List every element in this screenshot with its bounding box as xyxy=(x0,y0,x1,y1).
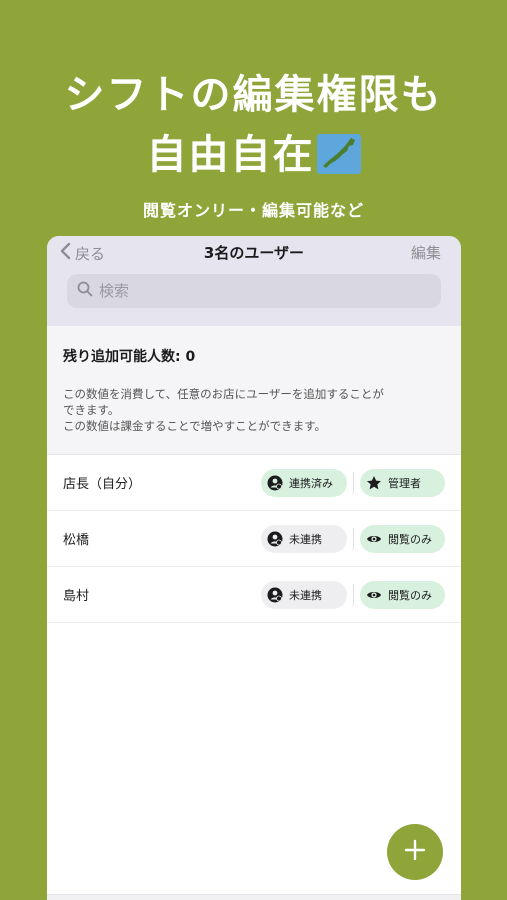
headline-line1: シフトの編集権限も xyxy=(64,72,443,118)
role-badge[interactable]: 閲覧のみ xyxy=(360,524,445,553)
link-status-badge[interactable]: 未連携 xyxy=(261,580,347,609)
divider xyxy=(353,527,354,550)
user-name: 店長（自分） xyxy=(63,477,142,492)
role-badge[interactable]: 閲覧のみ xyxy=(360,580,445,609)
link-status-badge[interactable]: 連携済み xyxy=(261,468,347,497)
link-status-label: 未連携 xyxy=(289,532,322,546)
eye-icon xyxy=(366,587,382,603)
link-status-label: 連携済み xyxy=(289,476,333,490)
edit-button[interactable]: 編集 xyxy=(411,242,441,263)
navigation-bar: 戻る 3名のユーザー 編集 xyxy=(47,236,461,326)
role-label: 閲覧のみ xyxy=(388,588,432,602)
headline-line2-text: 自由自在 xyxy=(146,132,315,178)
headline-line2: 自由自在 xyxy=(0,122,507,180)
role-badge[interactable]: 管理者 xyxy=(360,468,445,497)
eye-icon xyxy=(366,531,382,547)
subtitle: 閲覧オンリー・編集可能など xyxy=(142,201,364,220)
table-row[interactable]: 店長（自分） 連携済み 管理者 xyxy=(47,455,461,511)
add-user-button[interactable] xyxy=(387,824,443,880)
person-link-icon xyxy=(267,475,283,491)
search-icon xyxy=(77,281,93,301)
person-link-icon xyxy=(267,531,283,547)
link-status-label: 未連携 xyxy=(289,588,322,602)
search-bar[interactable] xyxy=(67,274,441,308)
japan-map-icon xyxy=(316,134,361,174)
user-list: 店長（自分） 連携済み 管理者 松橋 未連携 閲覧のみ 島村 未連携 閲覧のみ xyxy=(47,455,461,623)
search-input[interactable] xyxy=(99,282,419,300)
user-name: 松橋 xyxy=(63,533,90,548)
role-label: 管理者 xyxy=(388,476,421,490)
desc-line3: この数値は課金することで増やすことができます。 xyxy=(63,419,327,433)
link-status-badge[interactable]: 未連携 xyxy=(261,524,347,553)
table-row[interactable]: 島村 未連携 閲覧のみ xyxy=(47,567,461,623)
page-title: 3名のユーザー xyxy=(203,244,305,262)
divider xyxy=(353,583,354,606)
tab-bar-edge xyxy=(47,894,461,900)
person-link-icon xyxy=(267,587,283,603)
info-section: 残り追加可能人数: 0 この数値を消費して、任意のお店にユーザーを追加することが… xyxy=(47,326,461,455)
remaining-count: 残り追加可能人数: 0 xyxy=(63,349,196,365)
plus-icon xyxy=(403,838,427,866)
app-screen: 戻る 3名のユーザー 編集 残り追加可能人数: 0 この数値を消費して、任意のお… xyxy=(47,236,461,900)
divider xyxy=(353,471,354,494)
desc-line2: できます。 xyxy=(63,403,120,417)
desc-line1: この数値を消費して、任意のお店にユーザーを追加することが xyxy=(63,387,384,401)
user-name: 島村 xyxy=(63,589,90,604)
star-icon xyxy=(366,475,382,491)
table-row[interactable]: 松橋 未連携 閲覧のみ xyxy=(47,511,461,567)
info-description: この数値を消費して、任意のお店にユーザーを追加することが できます。 この数値は… xyxy=(63,386,445,434)
role-label: 閲覧のみ xyxy=(388,532,432,546)
